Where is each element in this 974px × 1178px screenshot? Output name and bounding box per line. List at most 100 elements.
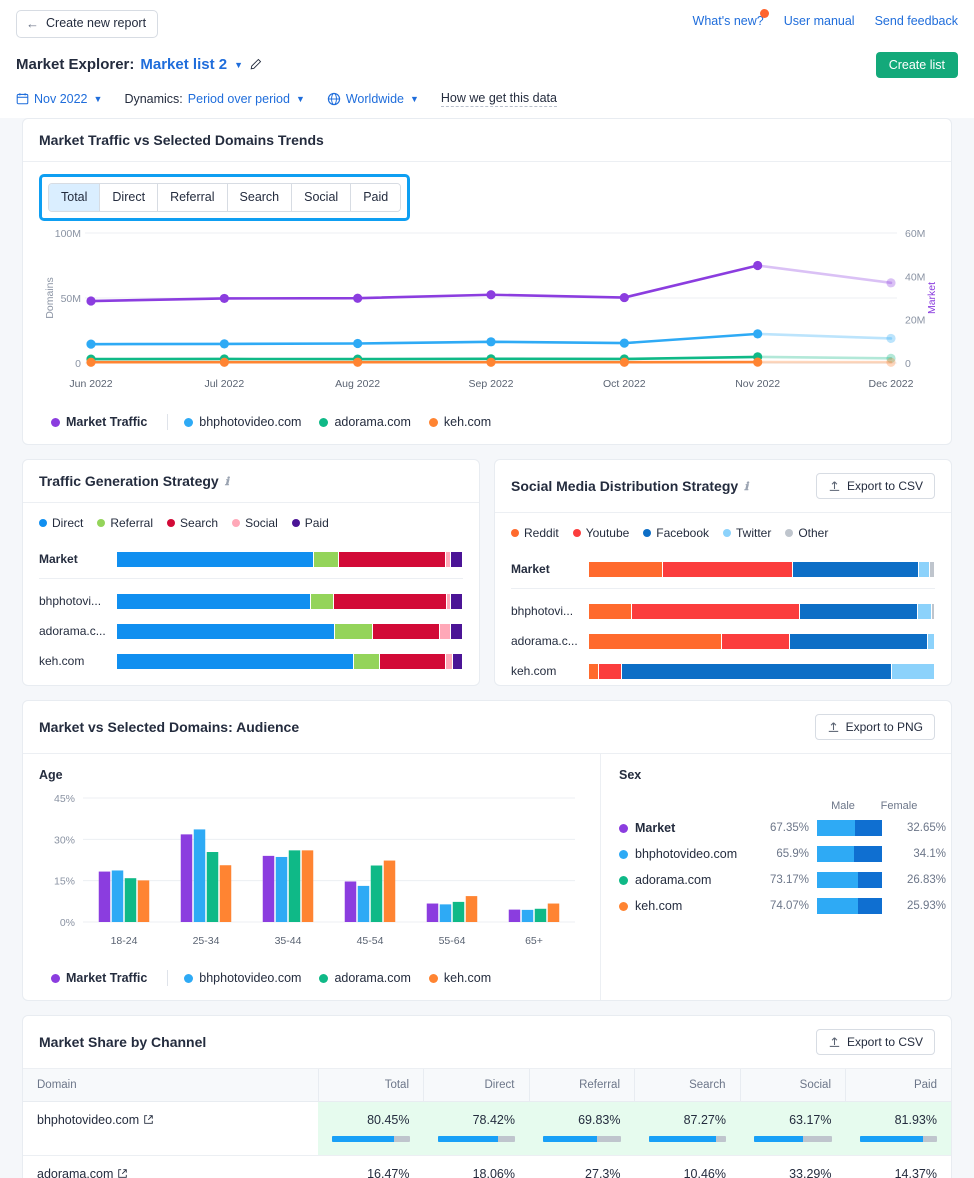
chevron-down-icon: ▼ — [94, 94, 103, 104]
legend-item-other[interactable]: Other — [785, 526, 828, 540]
table-body: bhphotovideo.com80.45%78.42%69.83%87.27%… — [23, 1102, 951, 1178]
domain-cell: bhphotovideo.com — [23, 1102, 318, 1156]
filter-bar: Nov 2022 ▼ Dynamics: Period over period … — [16, 91, 958, 118]
column-header-paid[interactable]: Paid — [846, 1069, 952, 1102]
legend-item-keh-com[interactable]: keh.com — [429, 415, 491, 429]
legend-item-bhphotovideo-com[interactable]: bhphotovideo.com — [184, 415, 301, 429]
tab-social[interactable]: Social — [292, 184, 351, 212]
column-header-search[interactable]: Search — [635, 1069, 741, 1102]
create-list-button[interactable]: Create list — [876, 52, 958, 78]
sex-male-header: Male — [817, 800, 869, 812]
bar-segment-youtube — [663, 562, 793, 577]
legend-item-paid[interactable]: Paid — [292, 516, 329, 530]
svg-text:30%: 30% — [54, 834, 75, 846]
legend-item-twitter[interactable]: Twitter — [723, 526, 771, 540]
metric-cell: 78.42% — [424, 1102, 530, 1156]
notification-dot-icon — [760, 9, 769, 18]
legend-item-reddit[interactable]: Reddit — [511, 526, 559, 540]
region-filter[interactable]: Worldwide ▼ — [327, 92, 419, 106]
whats-new-link[interactable]: What's new? — [693, 14, 764, 28]
metric-cell: 81.93% — [846, 1102, 952, 1156]
bar-segment-direct — [117, 624, 335, 639]
legend-item-keh-com[interactable]: keh.com — [429, 971, 491, 985]
column-header-total[interactable]: Total — [318, 1069, 424, 1102]
legend-dot-icon — [184, 418, 193, 427]
create-new-report-button[interactable]: ← Create new report — [16, 10, 158, 38]
market-share-table: DomainTotalDirectReferralSearchSocialPai… — [23, 1069, 951, 1178]
legend-item-direct[interactable]: Direct — [39, 516, 83, 530]
external-link-icon[interactable] — [117, 1168, 128, 1178]
dynamics-filter[interactable]: Dynamics: Period over period ▼ — [124, 92, 304, 106]
sex-title: Sex — [619, 768, 946, 782]
column-header-direct[interactable]: Direct — [424, 1069, 530, 1102]
legend-item-social[interactable]: Social — [232, 516, 278, 530]
female-bar-segment — [858, 872, 882, 888]
sex-row: keh.com74.07%25.93% — [619, 894, 946, 918]
tab-total[interactable]: Total — [49, 184, 100, 212]
legend-label: Reddit — [524, 526, 559, 540]
legend-item-search[interactable]: Search — [167, 516, 218, 530]
audience-title: Market vs Selected Domains: Audience — [39, 719, 299, 735]
legend-dot-icon — [429, 418, 438, 427]
legend-item-adorama-com[interactable]: adorama.com — [319, 971, 410, 985]
info-icon[interactable]: ℹ — [225, 475, 229, 488]
male-percent: 73.17% — [759, 874, 817, 886]
info-icon[interactable]: ℹ — [744, 480, 748, 493]
tab-search[interactable]: Search — [228, 184, 293, 212]
legend-dot-icon — [619, 850, 628, 859]
stacked-bar — [117, 594, 463, 609]
legend-item-bhphotovideo-com[interactable]: bhphotovideo.com — [184, 971, 301, 985]
edit-pencil-icon[interactable] — [249, 58, 262, 71]
column-header-social[interactable]: Social — [740, 1069, 846, 1102]
bar-segment-reddit — [589, 604, 632, 619]
legend-dot-icon — [51, 974, 60, 983]
legend-label: adorama.com — [334, 971, 410, 985]
chevron-down-icon[interactable]: ▼ — [234, 60, 243, 70]
tab-referral[interactable]: Referral — [158, 184, 227, 212]
legend-item-market-traffic[interactable]: Market Traffic — [51, 415, 147, 429]
legend-item-adorama-com[interactable]: adorama.com — [319, 415, 410, 429]
sex-bar — [817, 898, 907, 914]
bar-segment-search — [339, 552, 446, 567]
column-header-domain[interactable]: Domain — [23, 1069, 318, 1102]
whats-new-label: What's new? — [693, 14, 764, 28]
tab-direct[interactable]: Direct — [100, 184, 158, 212]
date-filter[interactable]: Nov 2022 ▼ — [16, 92, 102, 106]
strategy-row: adorama.c... — [39, 618, 463, 644]
bar-segment-referral — [311, 594, 333, 609]
column-header-referral[interactable]: Referral — [529, 1069, 635, 1102]
tabs-highlight-box: TotalDirectReferralSearchSocialPaid — [39, 174, 410, 222]
metric-cell: 27.3% — [529, 1156, 635, 1178]
market-list-link[interactable]: Market list 2 — [140, 56, 227, 73]
social-export-csv-button[interactable]: Export to CSV — [816, 473, 935, 499]
svg-text:18-24: 18-24 — [111, 935, 138, 947]
trends-title: Market Traffic vs Selected Domains Trend… — [39, 132, 324, 148]
metric-progress-bar — [332, 1136, 410, 1142]
svg-text:Sep 2022: Sep 2022 — [469, 378, 514, 390]
legend-item-youtube[interactable]: Youtube — [573, 526, 630, 540]
user-manual-link[interactable]: User manual — [784, 14, 855, 28]
social-export-label: Export to CSV — [847, 479, 923, 493]
trends-card: Market Traffic vs Selected Domains Trend… — [22, 118, 952, 446]
send-feedback-link[interactable]: Send feedback — [875, 14, 958, 28]
legend-label: Search — [180, 516, 218, 530]
market-share-export-csv-button[interactable]: Export to CSV — [816, 1029, 935, 1055]
legend-item-referral[interactable]: Referral — [97, 516, 153, 530]
legend-item-facebook[interactable]: Facebook — [643, 526, 709, 540]
legend-item-market-traffic[interactable]: Market Traffic — [51, 971, 147, 985]
bar-segment-twitter — [928, 634, 935, 649]
legend-label: Market Traffic — [66, 971, 147, 985]
progress-fill — [860, 1136, 923, 1142]
social-strategy-title-text: Social Media Distribution Strategy — [511, 478, 738, 494]
trends-tab-group[interactable]: TotalDirectReferralSearchSocialPaid — [48, 183, 401, 213]
how-we-get-data-link[interactable]: How we get this data — [441, 91, 557, 107]
strategy-row: keh.com — [39, 648, 463, 674]
external-link-icon[interactable] — [143, 1114, 154, 1125]
audience-export-png-button[interactable]: Export to PNG — [815, 714, 935, 740]
svg-text:0: 0 — [75, 358, 81, 370]
svg-text:Domains: Domains — [44, 277, 56, 318]
bar-segment-other — [930, 562, 935, 577]
metric-value: 14.37% — [860, 1167, 938, 1178]
tab-paid[interactable]: Paid — [351, 184, 400, 212]
female-percent: 34.1% — [907, 848, 946, 860]
